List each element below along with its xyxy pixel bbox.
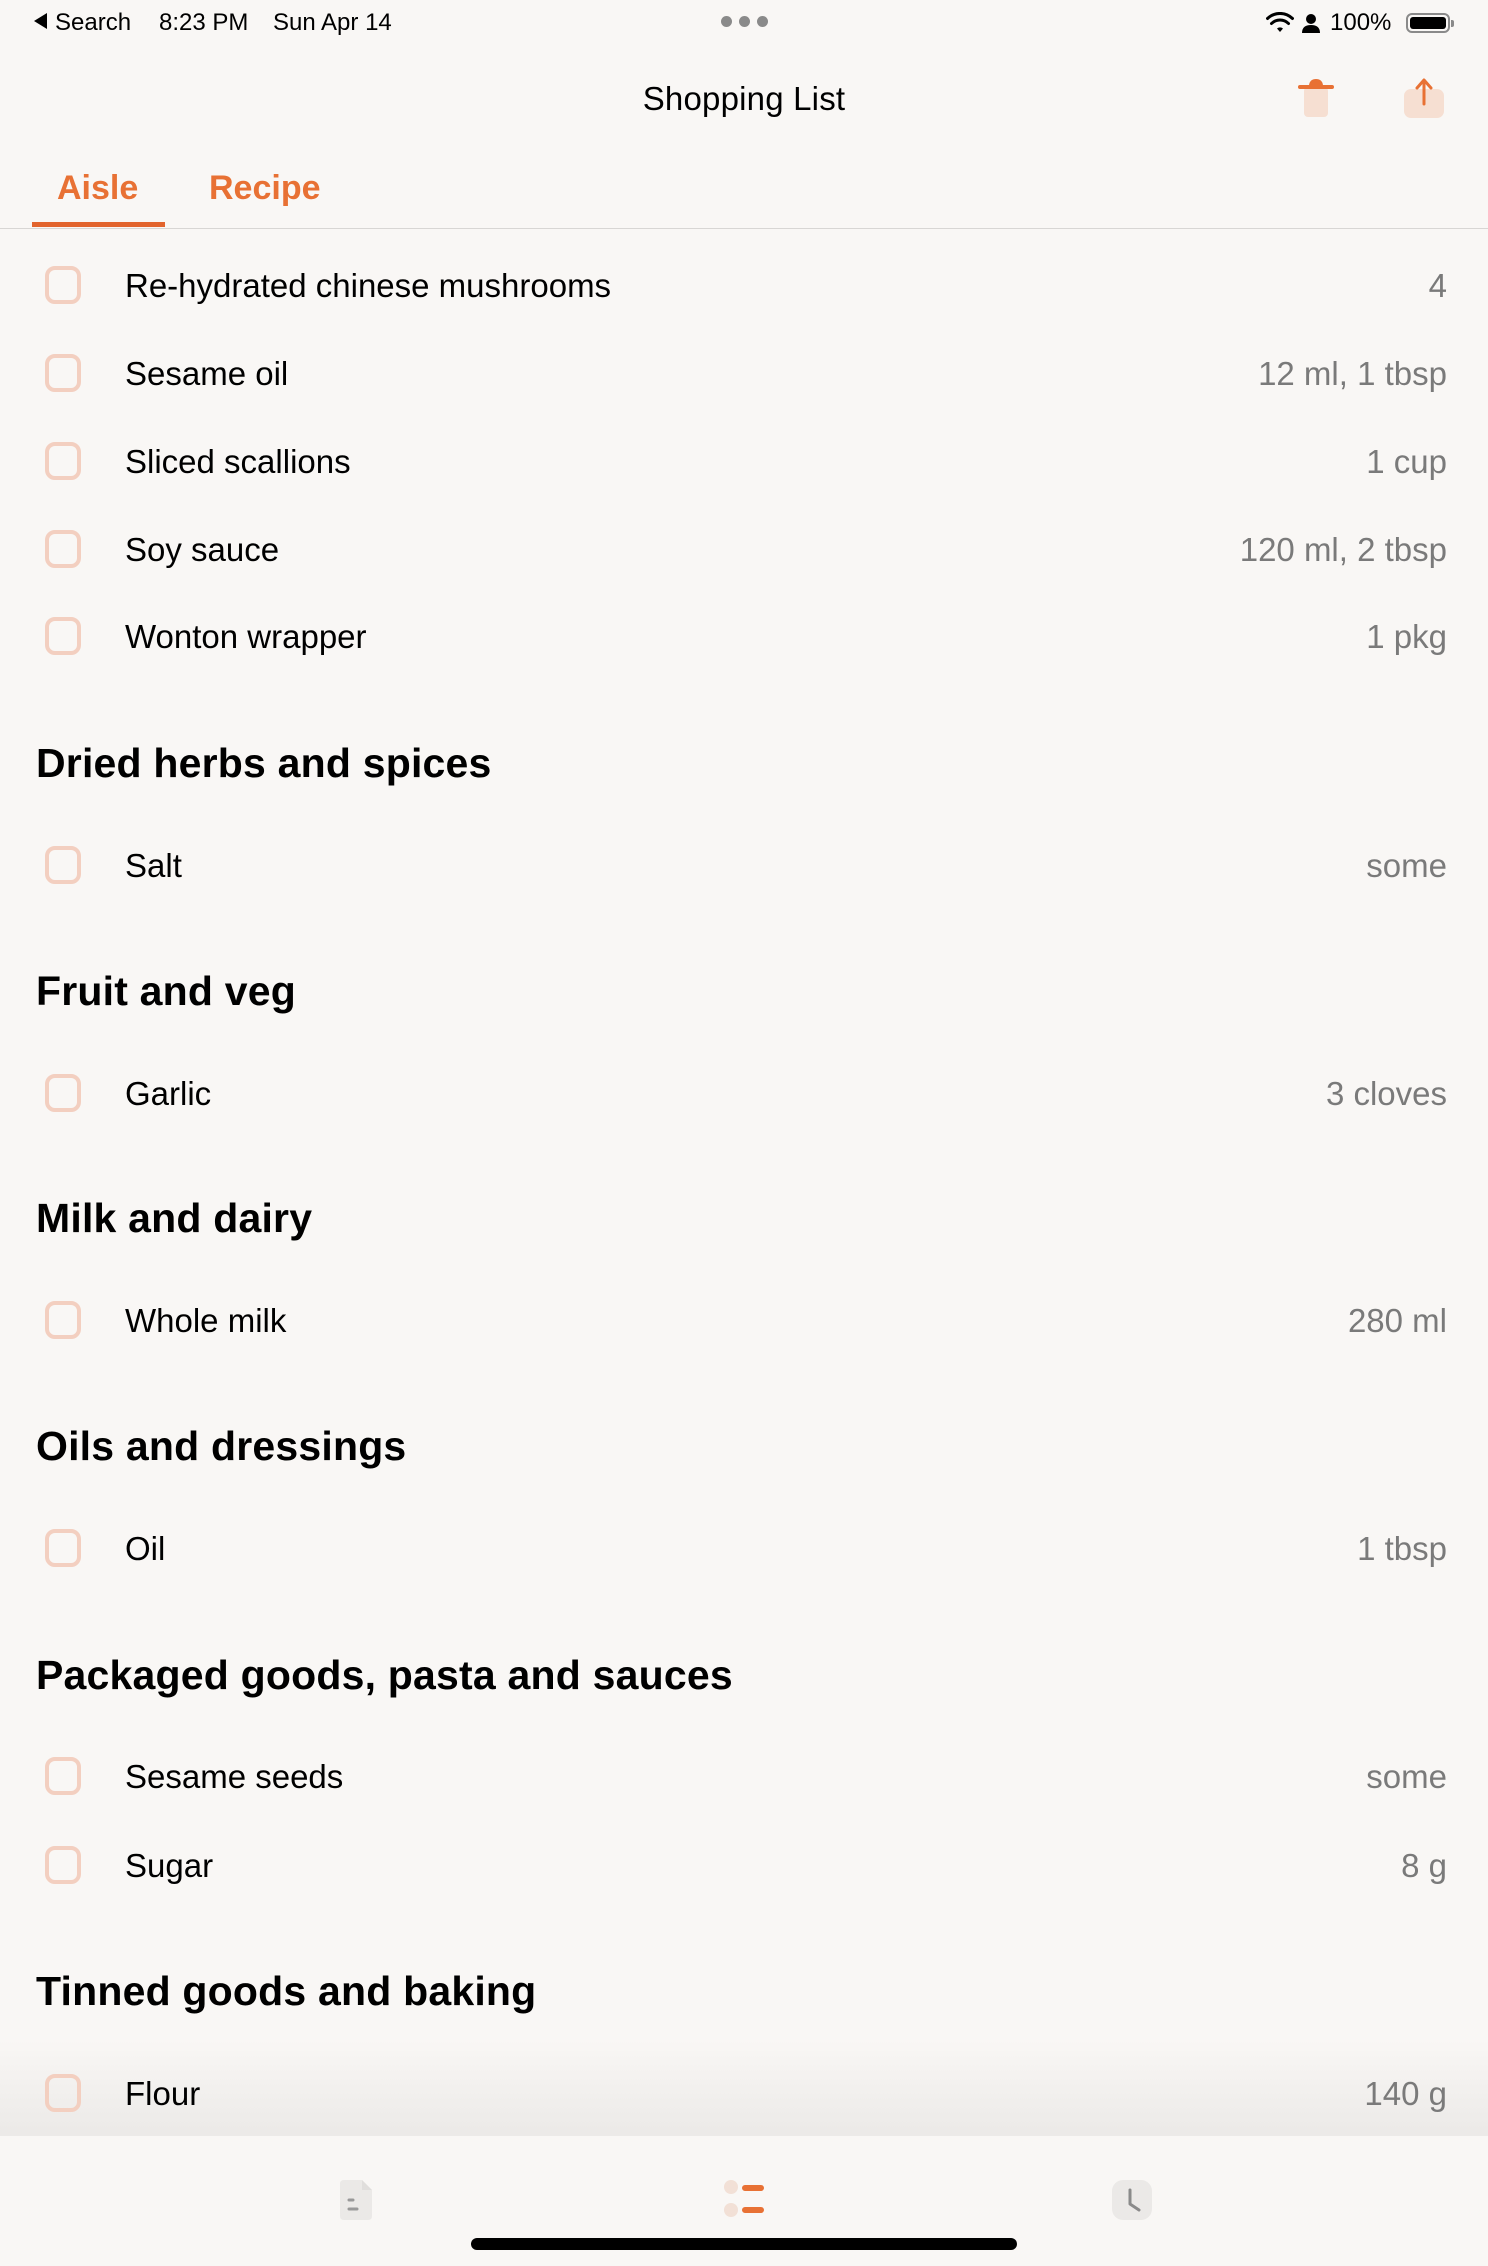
item-checkbox[interactable] — [45, 266, 81, 304]
list-item[interactable]: Re-hydrated chinese mushrooms 4 — [0, 251, 1488, 321]
clock-icon — [1112, 2180, 1152, 2220]
list-item[interactable]: Sliced scallions 1 cup — [0, 427, 1488, 497]
item-quantity: 1 pkg — [1366, 618, 1447, 655]
list-item[interactable]: Garlic 3 cloves — [0, 1059, 1488, 1129]
item-name: Whole milk — [125, 1302, 287, 1339]
back-to-search[interactable]: Search — [34, 8, 131, 38]
status-date: Sun Apr 14 — [273, 9, 392, 36]
person-icon — [1302, 13, 1320, 38]
tab-bar-history[interactable] — [1102, 2172, 1162, 2228]
item-name: Sugar — [125, 1847, 214, 1884]
section-heading: Tinned goods and baking — [36, 1968, 537, 2014]
delete-list-button[interactable] — [1288, 70, 1344, 126]
share-icon — [1404, 78, 1444, 118]
item-quantity: 1 tbsp — [1357, 1530, 1447, 1567]
section-heading: Milk and dairy — [36, 1195, 313, 1241]
list-item[interactable]: Flour 140 g — [0, 2059, 1488, 2129]
share-button[interactable] — [1396, 70, 1452, 126]
item-name: Garlic — [125, 1075, 212, 1112]
item-checkbox[interactable] — [45, 1846, 81, 1884]
item-checkbox[interactable] — [45, 846, 81, 884]
section-heading: Packaged goods, pasta and sauces — [36, 1652, 733, 1698]
item-checkbox[interactable] — [45, 442, 81, 480]
list-item[interactable]: Soy sauce 120 ml, 2 tbsp — [0, 515, 1488, 585]
item-name: Wonton wrapper — [125, 618, 367, 655]
trash-icon — [1298, 79, 1334, 117]
tab-bar-list[interactable] — [714, 2172, 774, 2228]
item-quantity: 3 cloves — [1325, 1075, 1447, 1112]
item-checkbox[interactable] — [45, 1301, 81, 1339]
list-icon — [724, 2180, 764, 2217]
item-quantity: 140 g — [1364, 2075, 1447, 2112]
item-checkbox[interactable] — [45, 2074, 81, 2112]
item-checkbox[interactable] — [45, 1757, 81, 1795]
section-heading: Fruit and veg — [36, 968, 297, 1014]
wifi-icon — [1266, 11, 1294, 39]
tab-recipe[interactable]: Recipe — [209, 166, 321, 210]
list-item[interactable]: Wonton wrapper 1 pkg — [0, 602, 1488, 672]
item-name: Oil — [125, 1530, 166, 1567]
item-quantity: some — [1366, 847, 1447, 884]
item-quantity: 1 cup — [1366, 443, 1447, 480]
tabs-divider — [0, 228, 1488, 229]
back-label: Search — [55, 9, 132, 36]
list-item[interactable]: Sugar 8 g — [0, 1831, 1488, 1901]
list-item[interactable]: Sesame oil 12 ml, 1 tbsp — [0, 339, 1488, 409]
item-quantity: 12 ml, 1 tbsp — [1258, 355, 1447, 392]
list-item[interactable]: Whole milk 280 ml — [0, 1286, 1488, 1356]
item-checkbox[interactable] — [45, 354, 81, 392]
item-quantity: 8 g — [1401, 1847, 1447, 1884]
tab-bar-document[interactable] — [326, 2172, 386, 2228]
item-name: Flour — [125, 2075, 201, 2112]
multitasking-dots-icon[interactable] — [721, 16, 768, 27]
battery-icon — [1406, 13, 1454, 33]
back-arrow-icon — [34, 13, 47, 29]
battery-percent: 100% — [1330, 9, 1392, 36]
selected-tab-indicator — [32, 222, 165, 227]
section-heading: Oils and dressings — [36, 1423, 407, 1469]
section-heading: Dried herbs and spices — [36, 740, 492, 786]
item-checkbox[interactable] — [45, 1074, 81, 1112]
page-title: Shopping List — [642, 80, 846, 117]
document-icon — [340, 2180, 372, 2220]
status-time: 8:23 PM — [159, 9, 249, 36]
item-checkbox[interactable] — [45, 1529, 81, 1567]
item-quantity: 280 ml — [1347, 1302, 1447, 1339]
tab-aisle[interactable]: Aisle — [57, 166, 138, 210]
list-item[interactable]: Sesame seeds some — [0, 1742, 1488, 1812]
item-name: Sesame oil — [125, 355, 289, 392]
item-checkbox[interactable] — [45, 530, 81, 568]
item-quantity: 4 — [1428, 267, 1447, 304]
list-item[interactable]: Oil 1 tbsp — [0, 1514, 1488, 1584]
item-checkbox[interactable] — [45, 617, 81, 655]
item-quantity: some — [1366, 1758, 1447, 1795]
item-name: Re-hydrated chinese mushrooms — [125, 267, 612, 304]
item-name: Soy sauce — [125, 531, 280, 568]
item-name: Sliced scallions — [125, 443, 351, 480]
item-name: Sesame seeds — [125, 1758, 344, 1795]
list-item[interactable]: Salt some — [0, 831, 1488, 901]
home-indicator[interactable] — [471, 2238, 1017, 2250]
item-quantity: 120 ml, 2 tbsp — [1239, 531, 1447, 568]
item-name: Salt — [125, 847, 182, 884]
